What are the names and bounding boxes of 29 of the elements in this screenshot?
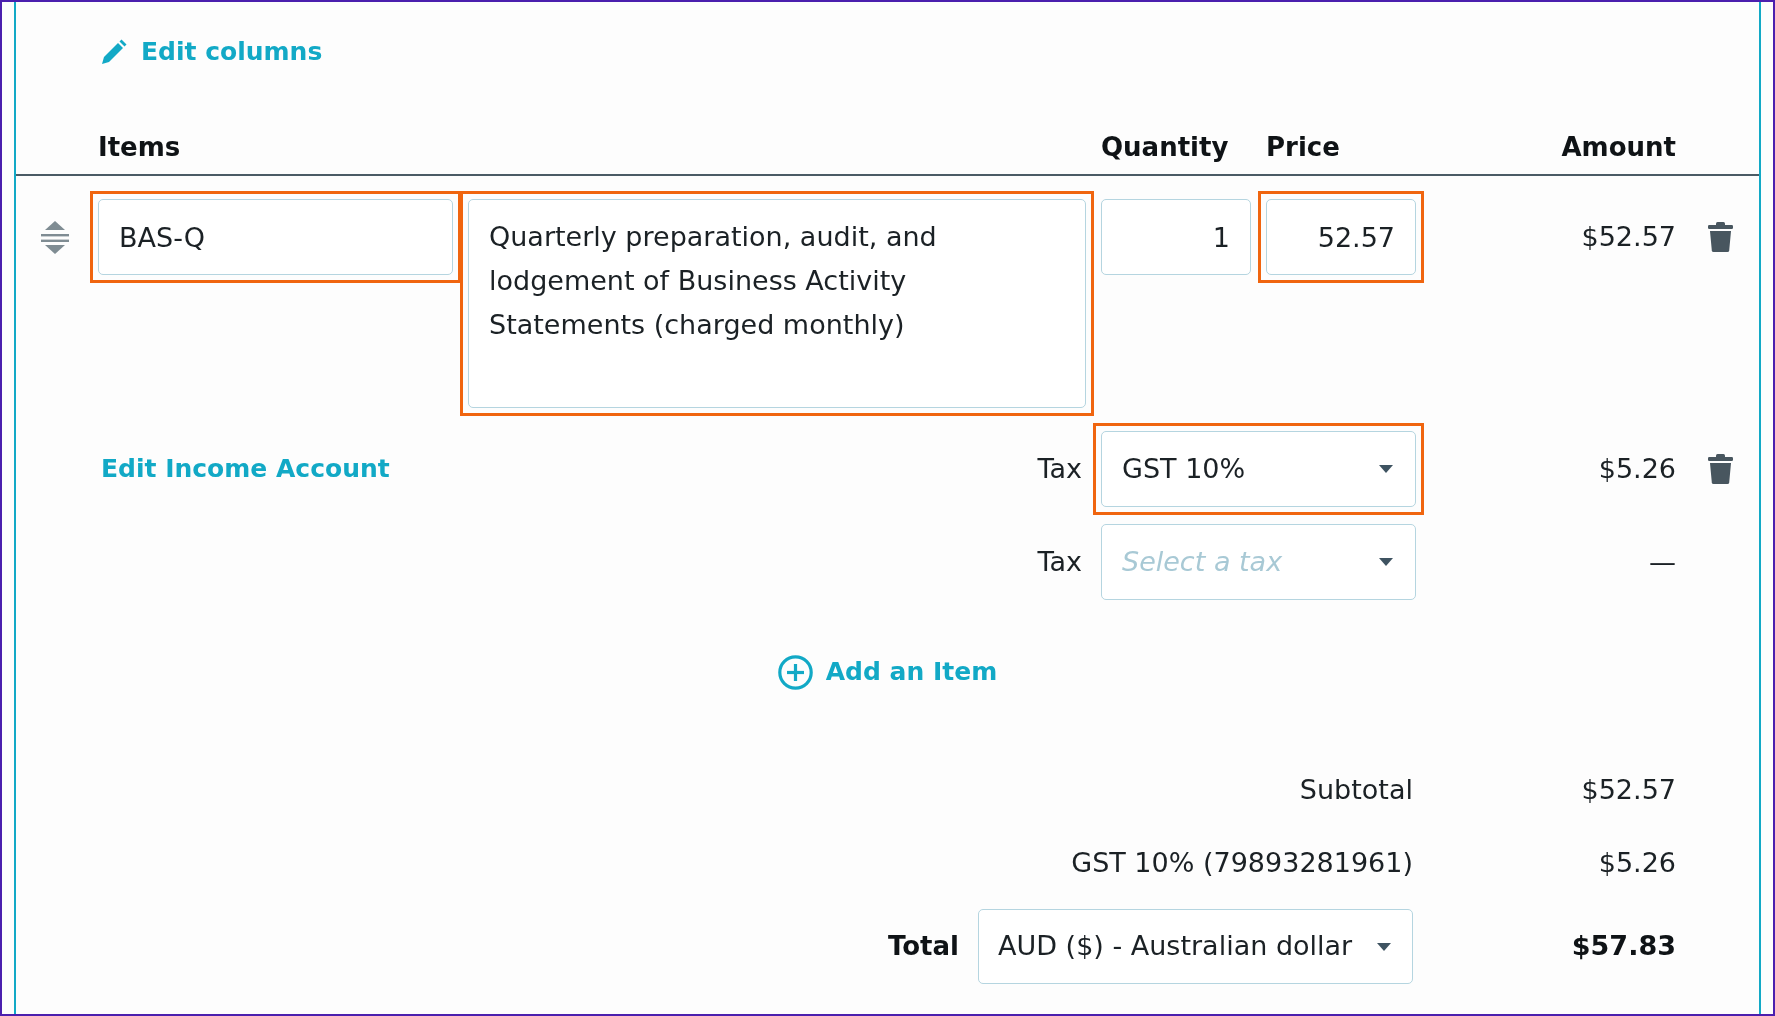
currency-select[interactable]: AUD ($) - Australian dollar xyxy=(978,909,1413,984)
drag-handle-icon[interactable] xyxy=(41,220,69,254)
description-field[interactable]: Quarterly preparation, audit, and lodgement of Business Activity Statements (charged monthly) xyxy=(468,199,1086,408)
amount-text: $5.26 xyxy=(1598,451,1676,486)
caret-icon xyxy=(1377,942,1391,951)
caret-icon xyxy=(1379,465,1393,473)
tax-label: Tax xyxy=(1037,451,1082,486)
total-label: Total xyxy=(887,930,959,963)
tax-label: Tax xyxy=(1037,544,1082,579)
trash-icon[interactable] xyxy=(1708,222,1733,252)
column-header: Amount xyxy=(1561,131,1676,164)
summary-value: $5.26 xyxy=(1598,846,1676,880)
trash-icon[interactable] xyxy=(1708,454,1733,484)
tax-select[interactable]: GST 10% xyxy=(1101,431,1416,507)
price-field[interactable]: 52.57 xyxy=(1266,199,1416,275)
plus-circle-icon xyxy=(777,654,813,690)
caret-icon xyxy=(1379,558,1393,566)
column-header: Items xyxy=(98,131,181,164)
quantity-field[interactable]: 1 xyxy=(1101,199,1251,275)
pencil-icon xyxy=(101,39,127,65)
summary-value: $52.57 xyxy=(1581,773,1676,807)
item-code-field[interactable]: BAS-Q xyxy=(98,199,453,275)
total-amount: $57.83 xyxy=(1571,929,1676,964)
summary-label: Subtotal xyxy=(1299,773,1413,807)
amount-text: $52.57 xyxy=(1581,219,1676,254)
column-header: Quantity xyxy=(1101,131,1229,164)
summary-label: GST 10% (79893281961) xyxy=(1071,846,1413,880)
amount-text: — xyxy=(1649,544,1676,579)
column-header: Price xyxy=(1266,131,1340,164)
